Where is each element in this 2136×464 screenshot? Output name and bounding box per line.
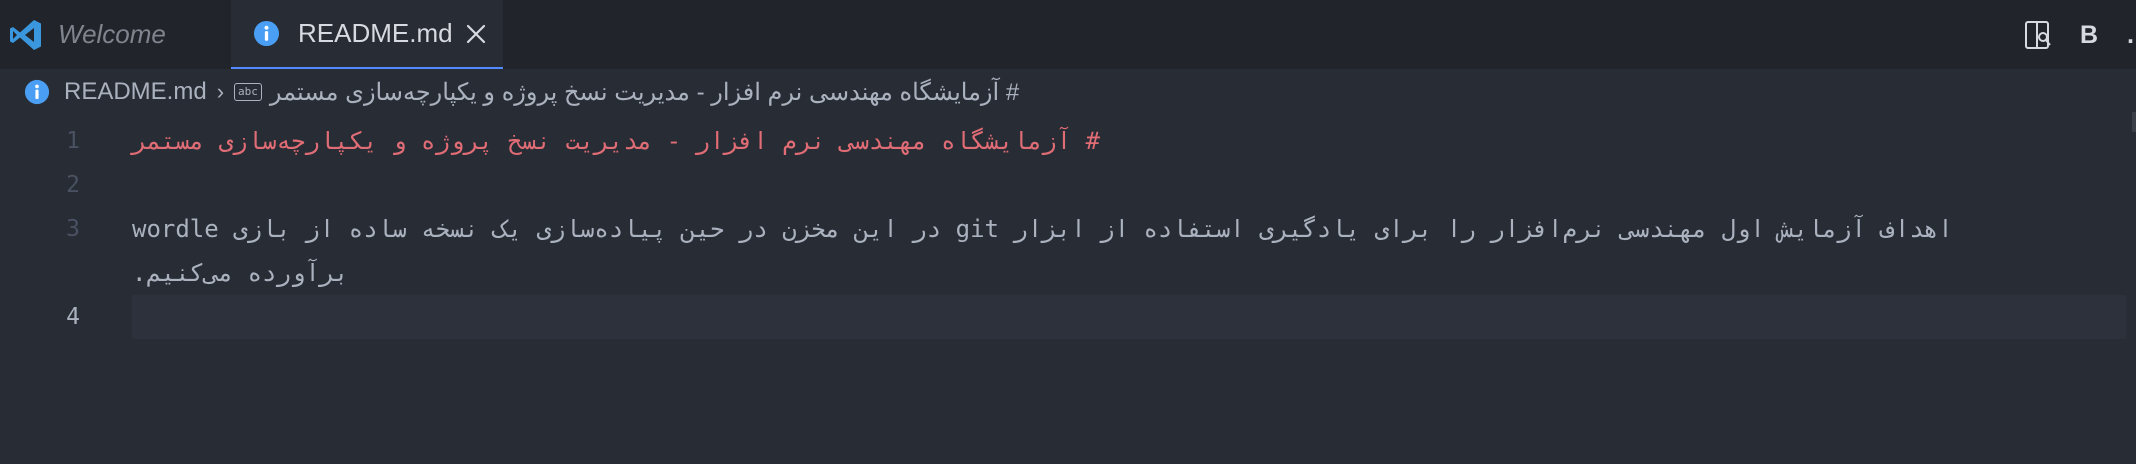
chevron-right-icon: › (216, 79, 225, 104)
line-number: 3 (66, 216, 80, 242)
bold-button[interactable]: B (2080, 21, 2098, 50)
line-number: 2 (66, 172, 80, 198)
markdown-heading[interactable]: # آزمایشگاه مهندسی نرم افزار - مدیریت نس… (132, 119, 1100, 163)
editor-line-current: 4 (0, 295, 2136, 339)
line-number: 4 (66, 304, 80, 330)
tab-welcome-label: Welcome (58, 19, 166, 49)
breadcrumb-file[interactable]: README.md (64, 78, 207, 106)
tab-readme-label: README.md (298, 18, 453, 48)
editor-line: 2 (0, 163, 2136, 207)
editor-line: 3 اهداف آزمایش اول مهندسی نرم‌افزار را ب… (0, 207, 2136, 251)
vscode-logo-icon (10, 19, 41, 50)
line-number: 1 (66, 128, 80, 154)
editor-line-wrapped: برآورده می‌کنیم. (0, 251, 2136, 295)
paragraph-text[interactable]: اهداف آزمایش اول مهندسی نرم‌افزار را برا… (132, 207, 1953, 251)
close-icon[interactable] (465, 23, 487, 45)
editor-line: 1 # آزمایشگاه مهندسی نرم افزار - مدیریت … (0, 119, 2136, 163)
more-actions-button[interactable]: … (2126, 21, 2136, 50)
tab-readme[interactable]: README.md (231, 0, 503, 69)
current-line-highlight (132, 295, 2126, 339)
string-symbol-icon: abc (234, 83, 262, 101)
paragraph-text-wrapped[interactable]: برآورده می‌کنیم. (132, 251, 349, 295)
tab-bar: Welcome README.md B … (0, 0, 2136, 69)
info-icon (24, 79, 50, 105)
info-icon (253, 20, 280, 47)
tab-welcome[interactable]: Welcome (0, 0, 230, 69)
breadcrumb: README.md › abc # آزمایشگاه مهندسی نرم ا… (0, 72, 2136, 112)
open-preview-icon[interactable] (2024, 20, 2052, 50)
editor-actions: B … (2024, 18, 2136, 52)
breadcrumb-heading[interactable]: # آزمایشگاه مهندسی نرم افزار - مدیریت نس… (270, 78, 1019, 107)
editor-text-area[interactable]: 1 # آزمایشگاه مهندسی نرم افزار - مدیریت … (0, 119, 2136, 339)
